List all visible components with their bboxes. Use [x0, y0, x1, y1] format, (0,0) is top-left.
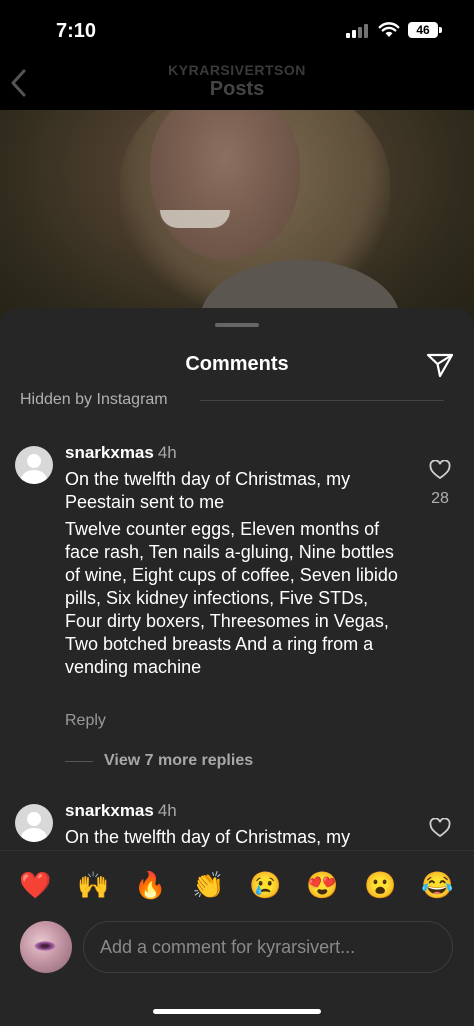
- hidden-by-instagram-label[interactable]: Hidden by Instagram: [20, 391, 168, 409]
- comment-header: snarkxmas 4h: [65, 443, 177, 463]
- comment-header: snarkxmas 4h: [65, 801, 177, 821]
- share-send-icon[interactable]: [426, 352, 454, 378]
- comment-text: On the twelfth day of Christmas, my: [65, 827, 351, 847]
- comment-username[interactable]: snarkxmas: [65, 801, 154, 820]
- emoji-laughing-button[interactable]: 😂: [421, 869, 453, 901]
- emoji-surprised-button[interactable]: 😮: [364, 869, 396, 901]
- home-indicator[interactable]: [153, 1009, 321, 1014]
- quick-reactions: ❤️ 🙌 🔥 👏 😢 😍 😮 😂: [0, 869, 474, 903]
- comment-text: On the twelfth day of Christmas, my Pees…: [65, 469, 351, 512]
- post-photo: [0, 110, 474, 340]
- comment-time: 4h: [157, 801, 177, 820]
- sheet-drag-handle[interactable]: [215, 323, 259, 327]
- emoji-crying-button[interactable]: 😢: [249, 869, 281, 901]
- like-count: 28: [431, 490, 449, 507]
- posts-header: KYRARSIVERTSON Posts: [0, 62, 474, 110]
- emoji-fire-button[interactable]: 🔥: [134, 869, 166, 901]
- comment-username[interactable]: snarkxmas: [65, 443, 154, 462]
- comment-time: 4h: [157, 443, 177, 462]
- emoji-clapping-button[interactable]: 👏: [192, 869, 224, 901]
- cellular-signal-icon: [346, 24, 372, 38]
- comment-composer: ❤️ 🙌 🔥 👏 😢 😍 😮 😂 Add a comment for kyrar…: [0, 850, 474, 1026]
- view-more-replies-button[interactable]: View 7 more replies: [104, 752, 253, 770]
- avatar[interactable]: [15, 804, 53, 842]
- header-title: Posts: [209, 78, 265, 100]
- avatar[interactable]: [15, 446, 53, 484]
- emoji-heart-button[interactable]: ❤️: [19, 869, 51, 901]
- comment-input-placeholder: Add a comment for kyrarsivert...: [100, 937, 356, 957]
- comments-title: Comments: [185, 353, 289, 375]
- heart-icon[interactable]: [429, 818, 451, 838]
- current-user-avatar: [20, 921, 72, 973]
- divider: [200, 400, 444, 401]
- heart-icon[interactable]: [429, 460, 451, 480]
- status-time: 7:10: [56, 20, 97, 42]
- battery-tip: [439, 27, 442, 33]
- status-bar: 7:10 46: [0, 0, 474, 62]
- emoji-raising-hands-button[interactable]: 🙌: [77, 869, 109, 901]
- wifi-icon: [378, 22, 400, 37]
- reply-button[interactable]: Reply: [65, 712, 106, 730]
- emoji-heart-eyes-button[interactable]: 😍: [306, 869, 338, 901]
- battery-icon: 46: [408, 22, 438, 38]
- comment-input[interactable]: Add a comment for kyrarsivert...: [83, 921, 453, 973]
- header-username: KYRARSIVERTSON: [168, 62, 306, 78]
- divider: [65, 761, 93, 762]
- comment-text-continued: Twelve counter eggs, Eleven months of fa…: [65, 519, 398, 677]
